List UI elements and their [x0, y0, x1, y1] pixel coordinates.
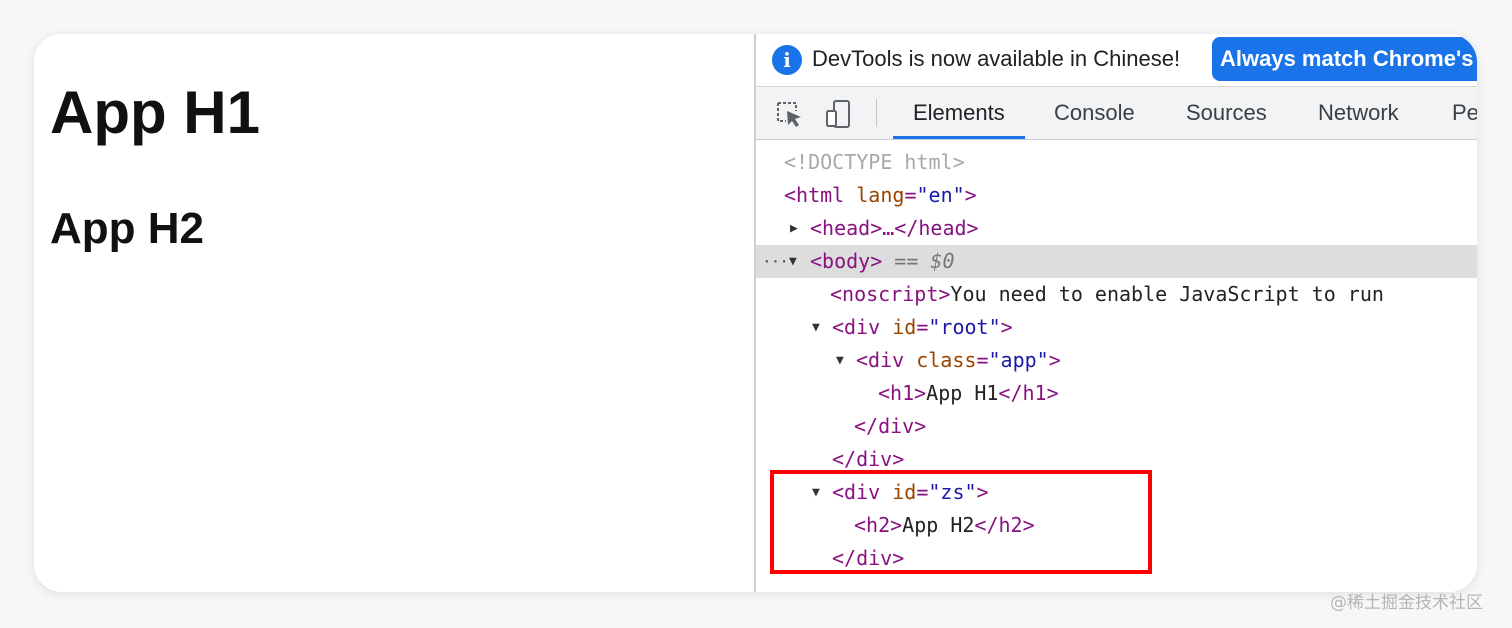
more-options-icon[interactable]: ···: [762, 245, 789, 278]
tag-close-token: >: [1048, 348, 1061, 372]
dom-node-div-root[interactable]: ▼ <div id="root">: [756, 311, 1477, 344]
dom-node-doctype[interactable]: <!DOCTYPE html>: [756, 146, 1477, 179]
noscript-text: You need to enable JavaScript to run: [950, 282, 1384, 306]
collapsed-triangle-icon[interactable]: ▶: [790, 212, 798, 245]
dom-node-body[interactable]: ··· ▼ <body> == $0: [756, 245, 1477, 278]
dom-node-noscript[interactable]: <noscript>You need to enable JavaScript …: [756, 278, 1477, 311]
dom-node-div-app-close[interactable]: </div>: [756, 410, 1477, 443]
watermark: @稀土掘金技术社区: [1330, 593, 1483, 613]
div-close-tag: </div>: [854, 414, 927, 438]
rendered-page: App H1 App H2: [34, 34, 754, 592]
tab-performance[interactable]: Pe: [1452, 87, 1477, 139]
html-close-token: >: [964, 183, 977, 207]
dom-node-head[interactable]: ▶ <head>…</head>: [756, 212, 1477, 245]
div-open-token: <div: [832, 315, 881, 339]
tab-elements[interactable]: Elements: [893, 87, 1025, 139]
dom-node-div-app[interactable]: ▼ <div class="app">: [756, 344, 1477, 377]
lang-attr-name: lang: [856, 183, 905, 207]
selected-node-marker: == $0: [894, 249, 955, 273]
h1-open-tag: <h1>: [878, 381, 927, 405]
tab-console[interactable]: Console: [1054, 87, 1135, 139]
body-tag: <body>: [810, 249, 883, 273]
expanded-triangle-icon[interactable]: ▼: [812, 311, 820, 344]
expanded-triangle-icon[interactable]: ▼: [836, 344, 844, 377]
tag-close-token: >: [1000, 315, 1013, 339]
html-open-token: <html: [784, 183, 845, 207]
always-match-chrome-button[interactable]: Always match Chrome's: [1212, 37, 1477, 81]
h1-text: App H1: [926, 381, 999, 405]
inspect-element-icon[interactable]: [774, 99, 804, 129]
device-toolbar-icon[interactable]: [824, 99, 854, 129]
body-tag-line: <body> == $0: [810, 245, 955, 278]
id-attr-name: id: [892, 315, 917, 339]
root-attr-value: "root": [928, 315, 1001, 339]
app-attr-value: "app": [988, 348, 1049, 372]
tab-network[interactable]: Network: [1318, 87, 1399, 139]
expanded-triangle-icon[interactable]: ▼: [789, 245, 797, 278]
head-tag: <head>…</head>: [810, 216, 979, 240]
div-app-tag: <div class="app">: [856, 348, 1061, 372]
infobar-message: DevTools is now available in Chinese!: [812, 46, 1181, 71]
devtools-toolbar: Elements Console Sources Network Pe: [756, 87, 1477, 140]
noscript-line: <noscript>You need to enable JavaScript …: [830, 278, 1384, 311]
class-attr-name: class: [916, 348, 977, 372]
h1-line: <h1>App H1</h1>: [878, 377, 1059, 410]
window-card: App H1 App H2 i DevTools is now availabl…: [34, 34, 1477, 592]
lang-attr-value: "en": [916, 183, 965, 207]
doctype-text: <!DOCTYPE html>: [784, 150, 965, 174]
dom-node-html[interactable]: <html lang="en">: [756, 179, 1477, 212]
language-infobar: i DevTools is now available in Chinese! …: [756, 34, 1477, 87]
tab-sources[interactable]: Sources: [1186, 87, 1267, 139]
dom-node-h1[interactable]: <h1>App H1</h1>: [756, 377, 1477, 410]
toolbar-separator: [876, 99, 877, 127]
highlight-annotation-box: [770, 470, 1152, 574]
html-tag: <html lang="en">: [784, 183, 977, 207]
div-open-token: <div: [856, 348, 905, 372]
app-h1-heading: App H1: [50, 79, 260, 146]
info-icon: i: [772, 45, 802, 75]
app-h2-heading: App H2: [50, 204, 204, 253]
h1-close-tag: </h1>: [998, 381, 1059, 405]
div-root-tag: <div id="root">: [832, 315, 1013, 339]
noscript-tag: <noscript>: [830, 282, 951, 306]
